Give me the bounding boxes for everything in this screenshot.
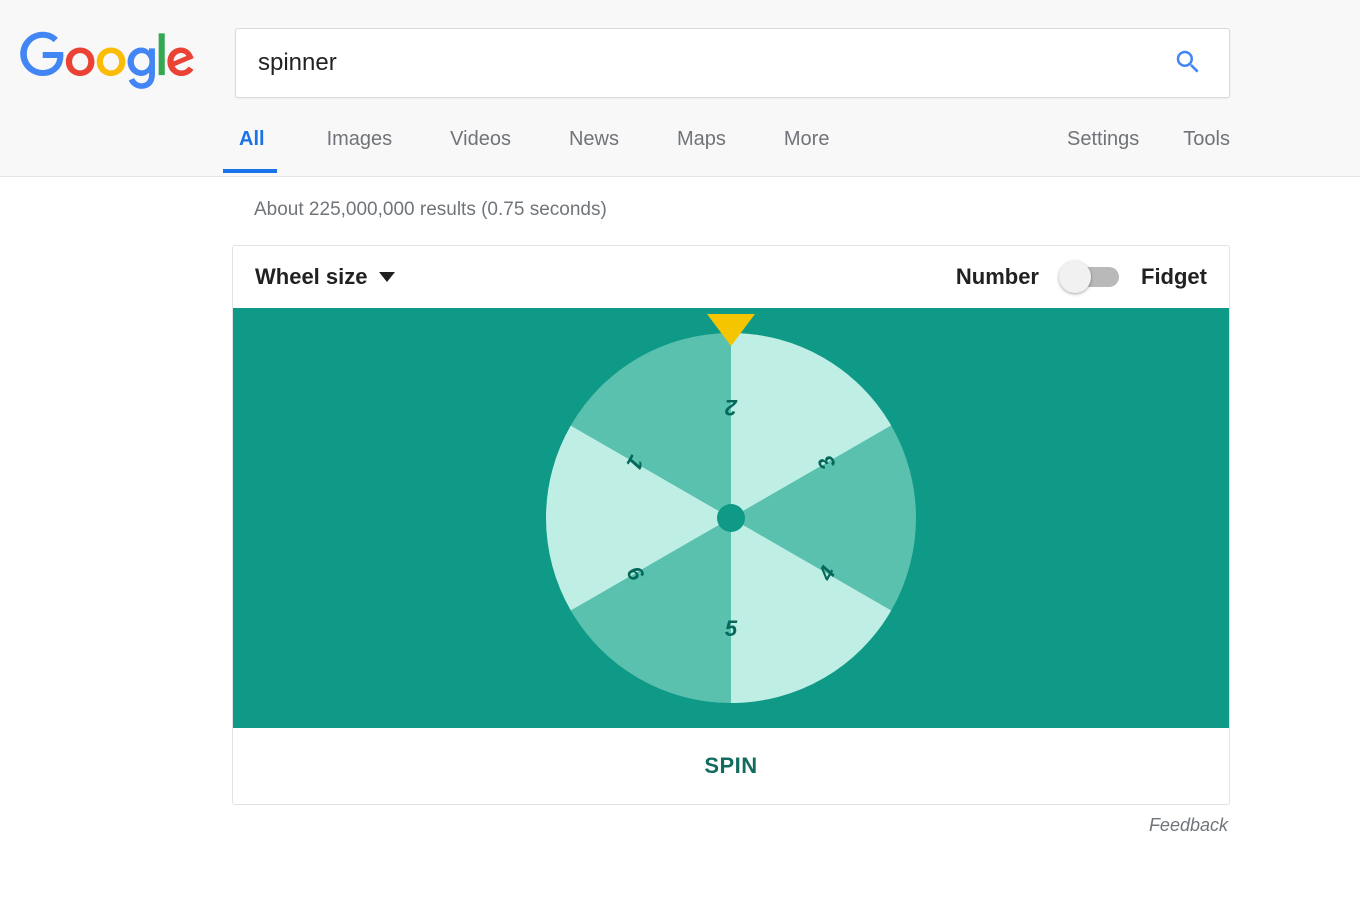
wheel-seg-5: 5 <box>725 616 738 641</box>
spinner-wheel[interactable]: 1 2 3 4 5 6 <box>521 308 941 728</box>
wheel-stage: 1 2 3 4 5 6 <box>233 308 1229 728</box>
tab-videos[interactable]: Videos <box>446 122 515 173</box>
wheel-hub <box>717 504 745 532</box>
tab-tools[interactable]: Tools <box>1183 122 1230 173</box>
chevron-down-icon <box>379 272 395 282</box>
wheel-size-label: Wheel size <box>255 264 367 290</box>
tab-more[interactable]: More <box>780 122 834 173</box>
toggle-knob <box>1059 261 1091 293</box>
tab-maps[interactable]: Maps <box>673 122 730 173</box>
mode-fidget-label: Fidget <box>1141 264 1207 290</box>
tab-all[interactable]: All <box>235 122 269 173</box>
spinner-card: Wheel size Number Fidget <box>232 245 1230 805</box>
feedback-link[interactable]: Feedback <box>1149 815 1228 835</box>
google-logo[interactable] <box>20 30 195 97</box>
wheel-seg-2: 2 <box>724 395 738 420</box>
mode-toggle[interactable] <box>1061 267 1119 287</box>
search-bar <box>235 28 1230 98</box>
search-icon <box>1173 65 1203 80</box>
wheel-size-dropdown[interactable]: Wheel size <box>255 264 395 290</box>
search-tabs: All Images Videos News Maps More Setting… <box>235 122 1230 176</box>
tab-news[interactable]: News <box>565 122 623 173</box>
tab-images[interactable]: Images <box>323 122 397 173</box>
search-button[interactable] <box>1169 43 1207 84</box>
spin-button[interactable]: SPIN <box>233 728 1229 804</box>
search-input[interactable] <box>258 49 1169 77</box>
result-stats: About 225,000,000 results (0.75 seconds) <box>232 199 1230 221</box>
tab-settings[interactable]: Settings <box>1067 122 1139 173</box>
mode-number-label: Number <box>956 264 1039 290</box>
